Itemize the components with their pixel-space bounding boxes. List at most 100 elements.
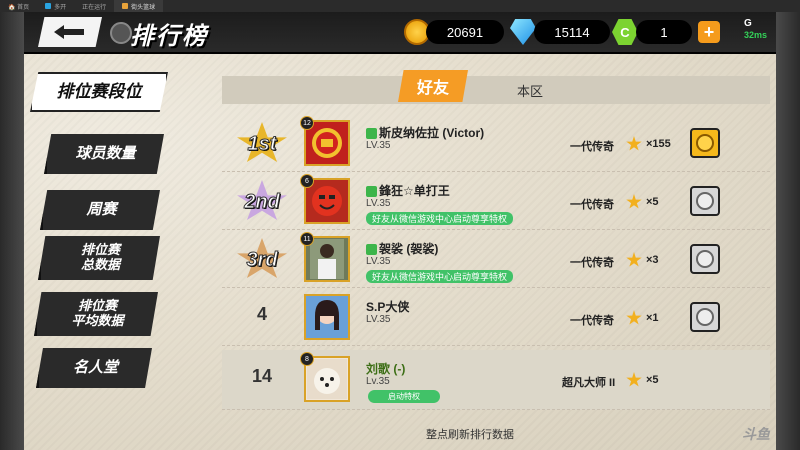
- avatar[interactable]: [304, 294, 350, 340]
- rank-title: 超凡大师 II: [562, 377, 616, 389]
- leaderboard-row: 3rd 11 袈裟 (袈裟) LV.35 好友从微信游戏中心启动尊享特权 一代传…: [222, 230, 770, 288]
- side-tab-label: 周赛: [86, 201, 117, 219]
- leaderboard-row: 2nd 6 鋒狂☆单打王 LV.35 好友从微信游戏中心启动尊享特权 一代传奇 …: [222, 172, 770, 230]
- leaderboard-row: 1st 12 斯皮纳佐拉 (Victor) LV.35 一代传奇 ×155: [222, 114, 770, 172]
- window-tab-running[interactable]: 正在运行: [74, 0, 114, 12]
- player-name-text: 刘歌 (-): [366, 362, 406, 376]
- level-chip: 11: [300, 232, 314, 246]
- coin-icon: [696, 250, 714, 268]
- player-level: LV.35: [366, 140, 391, 151]
- player-level: LV.35: [366, 198, 391, 209]
- window-tab-label: 正在运行: [82, 4, 107, 11]
- c-currency-balance: 1: [636, 20, 692, 44]
- level-chip: 6: [300, 174, 314, 188]
- wechat-privilege-tag: 好友从微信游戏中心启动尊享特权: [366, 212, 514, 225]
- left-frame-edge: [0, 12, 24, 450]
- diamond-icon: [510, 19, 536, 45]
- app-window: 🏠 首页 多开 正在运行 街头篮球 排行榜 20691 15114 C 1 + …: [0, 0, 800, 450]
- leaderboard-row-self: 14 8 刘歌 (-) Lv.35 启动特权 超凡大师 II ×5: [222, 350, 770, 410]
- player-name-text: 鋒狂☆单打王: [379, 184, 450, 198]
- window-tab-game[interactable]: 街头篮球: [114, 0, 164, 12]
- rank-title: 一代传奇: [570, 257, 614, 269]
- top-bar: 排行榜 20691 15114 C 1 + G 32ms: [0, 12, 800, 54]
- star-count: ×1: [646, 312, 659, 324]
- side-tab-hall-of-fame[interactable]: 名人堂: [36, 348, 152, 388]
- star-icon: [626, 252, 642, 267]
- star-icon: [626, 372, 642, 387]
- rank-label: 4: [256, 304, 267, 324]
- level-chip: 8: [300, 352, 314, 366]
- side-tab-rank-tier[interactable]: 排位赛段位: [30, 72, 168, 112]
- launch-privilege-button[interactable]: 启动特权: [368, 390, 440, 403]
- star-count: ×5: [646, 374, 659, 386]
- window-tab-home[interactable]: 🏠 首页: [0, 0, 37, 12]
- rank-title: 一代传奇: [570, 199, 614, 211]
- girl-avatar-icon: [306, 296, 348, 338]
- send-gift-button[interactable]: [690, 128, 720, 158]
- star-icon: [626, 136, 642, 151]
- stream-watermark: 斗鱼: [742, 426, 770, 442]
- club-crest-icon: [312, 128, 342, 158]
- window-tab-label: 多开: [54, 4, 67, 11]
- rank-badge-silver: 2nd: [236, 180, 288, 224]
- star-icon: [626, 194, 642, 209]
- c-currency-icon: C: [612, 19, 638, 45]
- window-titlebar: 🏠 首页 多开 正在运行 街头篮球: [0, 0, 800, 12]
- player-name: 袈裟 (袈裟): [366, 240, 438, 257]
- diamond-balance: 15114: [534, 20, 610, 44]
- app-icon: [45, 3, 52, 9]
- wechat-icon: [366, 128, 377, 140]
- side-tab-label: 球员数量: [75, 145, 136, 163]
- network-status: G 32ms: [744, 18, 767, 40]
- rank-label: 1st: [247, 132, 277, 155]
- side-tab-rank-total-data[interactable]: 排位赛 总数据: [38, 236, 160, 280]
- side-tab-player-count[interactable]: 球员数量: [44, 134, 164, 174]
- level-chip: 12: [300, 116, 314, 130]
- side-tab-weekly[interactable]: 周赛: [40, 190, 160, 230]
- rank-badge-bronze: 3rd: [236, 238, 288, 282]
- send-gift-button[interactable]: [690, 244, 720, 274]
- side-tab-label: 排位赛 平均数据: [71, 298, 124, 328]
- star-count: ×5: [646, 196, 659, 208]
- add-currency-button[interactable]: +: [698, 21, 720, 43]
- back-arrow-icon: [54, 25, 84, 39]
- rank-badge-gold: 1st: [236, 122, 288, 166]
- star-count: ×155: [646, 138, 671, 150]
- wechat-privilege-tag: 好友从微信游戏中心启动尊享特权: [366, 270, 514, 283]
- side-tab-label: 排位赛段位: [56, 82, 142, 102]
- tab-bar: [222, 76, 770, 104]
- coin-icon: [696, 192, 714, 210]
- game-screen: 排行榜 20691 15114 C 1 + G 32ms 排位赛段位 球员数量 …: [0, 12, 800, 450]
- wechat-icon: [366, 244, 377, 256]
- player-level: Lv.35: [366, 376, 390, 387]
- rank-title: 一代传奇: [570, 141, 614, 153]
- player-name: 斯皮纳佐拉 (Victor): [366, 124, 484, 141]
- player-name: 刘歌 (-): [366, 360, 405, 377]
- star-icon: [626, 310, 642, 325]
- side-tab-rank-average-data[interactable]: 排位赛 平均数据: [34, 292, 158, 336]
- dog-avatar-icon: [307, 359, 347, 399]
- game-icon: [122, 3, 129, 9]
- tab-friends[interactable]: 好友: [398, 70, 468, 102]
- face-icon: [312, 186, 342, 216]
- window-tab-label: 🏠 首页: [8, 4, 30, 11]
- right-frame-edge: [776, 12, 800, 450]
- player-level: LV.35: [366, 256, 391, 267]
- player-name: S.P大侠: [366, 298, 409, 315]
- side-tab-label: 排位赛 总数据: [80, 242, 120, 272]
- player-name-text: 袈裟 (袈裟): [379, 242, 439, 256]
- signal-icon: G: [744, 18, 752, 29]
- tab-server[interactable]: 本区: [500, 80, 560, 100]
- player-name-text: S.P大侠: [366, 300, 410, 314]
- star-count: ×3: [646, 254, 659, 266]
- send-gift-button[interactable]: [690, 302, 720, 332]
- send-gift-button[interactable]: [690, 186, 720, 216]
- wechat-icon: [366, 186, 377, 198]
- window-tab-label: 街头篮球: [131, 4, 156, 11]
- window-tab-multi[interactable]: 多开: [37, 0, 74, 12]
- leaderboard-list: 1st 12 斯皮纳佐拉 (Victor) LV.35 一代传奇 ×155 2n…: [222, 114, 770, 414]
- back-button[interactable]: [38, 17, 102, 47]
- rank-title: 一代传奇: [570, 315, 614, 327]
- player-name-text: 斯皮纳佐拉 (Victor): [379, 126, 485, 140]
- ping-value: 32ms: [744, 30, 768, 40]
